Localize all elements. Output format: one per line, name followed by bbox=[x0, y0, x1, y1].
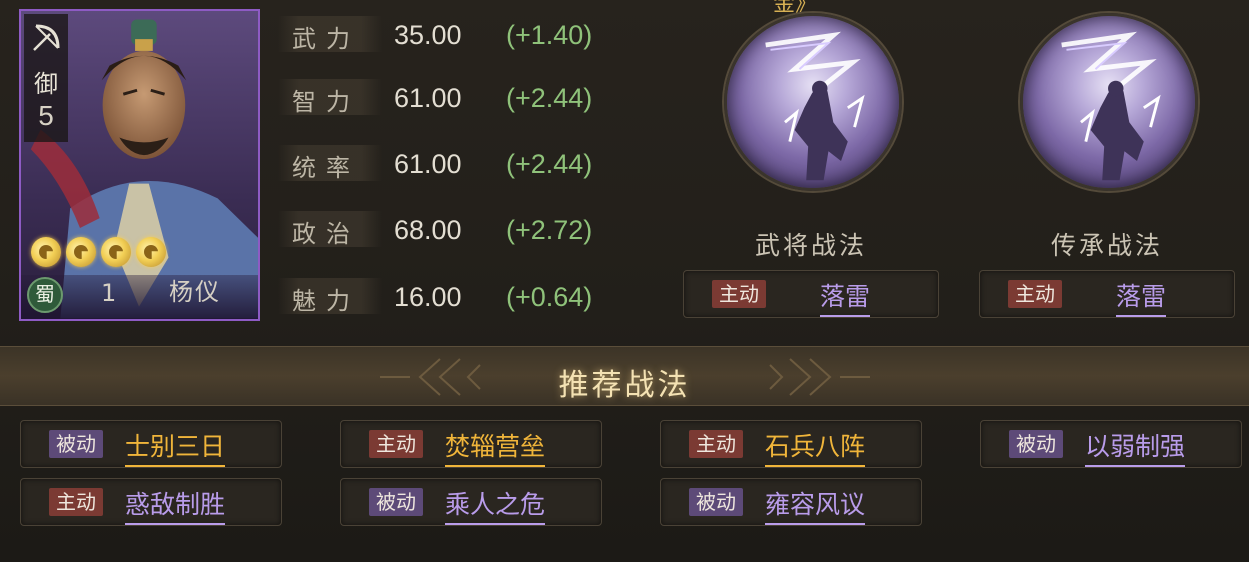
recommended-skill-card[interactable]: 主动 焚辎营垒 bbox=[340, 420, 602, 468]
recommended-skill-card[interactable]: 被动 雍容风议 bbox=[660, 478, 922, 526]
skill-type-tag: 主动 bbox=[1008, 280, 1062, 308]
skill-type-tag: 主动 bbox=[369, 430, 423, 458]
star-icon bbox=[101, 237, 131, 267]
stat-bonus: (+0.64) bbox=[506, 282, 593, 312]
star-rating bbox=[31, 237, 166, 267]
recommended-skill-name[interactable]: 石兵八阵 bbox=[765, 427, 866, 467]
recommended-banner: 推荐战法 bbox=[0, 346, 1249, 406]
skill-type-tag: 被动 bbox=[689, 488, 743, 516]
inherit-skill-name[interactable]: 落雷 bbox=[1116, 277, 1167, 317]
recommended-skill-name[interactable]: 士别三日 bbox=[125, 427, 226, 467]
recommended-skill-card[interactable]: 被动 乘人之危 bbox=[340, 478, 602, 526]
star-icon bbox=[31, 237, 61, 267]
unit-type-box: 御 5 bbox=[24, 14, 68, 142]
bow-icon bbox=[33, 24, 60, 51]
recommended-skill-name[interactable]: 焚辎营垒 bbox=[445, 427, 546, 467]
stat-bonus: (+2.44) bbox=[506, 83, 593, 113]
skill-type-tag: 主动 bbox=[689, 430, 743, 458]
skill-lightning-icon[interactable] bbox=[1020, 13, 1198, 191]
unit-type-label: 御 bbox=[34, 70, 58, 98]
stat-label: 武力 bbox=[292, 25, 360, 53]
recommended-title: 推荐战法 bbox=[558, 368, 691, 403]
recommended-skill-name[interactable]: 以弱制强 bbox=[1085, 427, 1186, 467]
own-skill-section: 金》 武将战法 主动 落雷 bbox=[681, 0, 941, 330]
general-detail-panel: 御 5 蜀 1 杨仪 武力 35.00 (+1.40) 智力 61.00 (+2… bbox=[0, 0, 1249, 562]
stat-row-charm: 魅力 16.00 (+0.64) bbox=[278, 274, 678, 318]
own-skill-slot[interactable]: 主动 落雷 bbox=[683, 270, 939, 318]
faction-badge: 蜀 bbox=[27, 277, 63, 313]
stat-row-command: 统率 61.00 (+2.44) bbox=[278, 141, 678, 185]
recommended-skill-card[interactable]: 主动 石兵八阵 bbox=[660, 420, 922, 468]
skill-type-tag: 主动 bbox=[49, 488, 103, 516]
stat-bonus: (+1.40) bbox=[506, 20, 593, 50]
skill-type-tag: 被动 bbox=[49, 430, 103, 458]
own-skill-name[interactable]: 落雷 bbox=[820, 277, 871, 317]
stat-row-politics: 政治 68.00 (+2.72) bbox=[278, 207, 678, 251]
recommended-skill-card[interactable]: 被动 士别三日 bbox=[20, 420, 282, 468]
skill-type-tag: 被动 bbox=[369, 488, 423, 516]
stat-value: 61.00 bbox=[394, 83, 462, 113]
skill-lightning-icon[interactable] bbox=[724, 13, 902, 191]
stat-label: 政治 bbox=[292, 220, 360, 248]
stat-row-intelligence: 智力 61.00 (+2.44) bbox=[278, 75, 678, 119]
cost-value: 5 bbox=[38, 100, 54, 131]
stat-label: 智力 bbox=[292, 88, 360, 116]
stat-label: 魅力 bbox=[292, 287, 360, 315]
skill-type-tag: 被动 bbox=[1009, 430, 1063, 458]
recommended-skill-name[interactable]: 雍容风议 bbox=[765, 485, 866, 525]
stat-bonus: (+2.72) bbox=[506, 215, 593, 245]
recommended-skill-name[interactable]: 乘人之危 bbox=[445, 485, 546, 525]
inherit-skill-title: 传承战法 bbox=[1050, 231, 1163, 260]
stat-value: 16.00 bbox=[394, 282, 462, 312]
general-card[interactable]: 御 5 蜀 1 杨仪 bbox=[19, 9, 260, 321]
general-name: 杨仪 bbox=[169, 278, 221, 306]
stat-value: 61.00 bbox=[394, 149, 462, 179]
inherit-skill-section: 传承战法 主动 落雷 bbox=[977, 0, 1237, 330]
stat-label: 统率 bbox=[292, 154, 360, 182]
inherit-skill-slot[interactable]: 主动 落雷 bbox=[979, 270, 1235, 318]
skill-type-tag: 主动 bbox=[712, 280, 766, 308]
star-icon bbox=[136, 237, 166, 267]
own-skill-title: 武将战法 bbox=[754, 231, 867, 260]
recommended-skill-card[interactable]: 主动 惑敌制胜 bbox=[20, 478, 282, 526]
star-icon bbox=[66, 237, 96, 267]
stat-value: 35.00 bbox=[394, 20, 462, 50]
recommended-skill-name[interactable]: 惑敌制胜 bbox=[125, 485, 226, 525]
stat-bonus: (+2.44) bbox=[506, 149, 593, 179]
stat-value: 68.00 bbox=[394, 215, 462, 245]
stat-row-force: 武力 35.00 (+1.40) bbox=[278, 12, 678, 56]
recommended-skill-card[interactable]: 被动 以弱制强 bbox=[980, 420, 1242, 468]
general-level: 1 bbox=[101, 279, 117, 307]
